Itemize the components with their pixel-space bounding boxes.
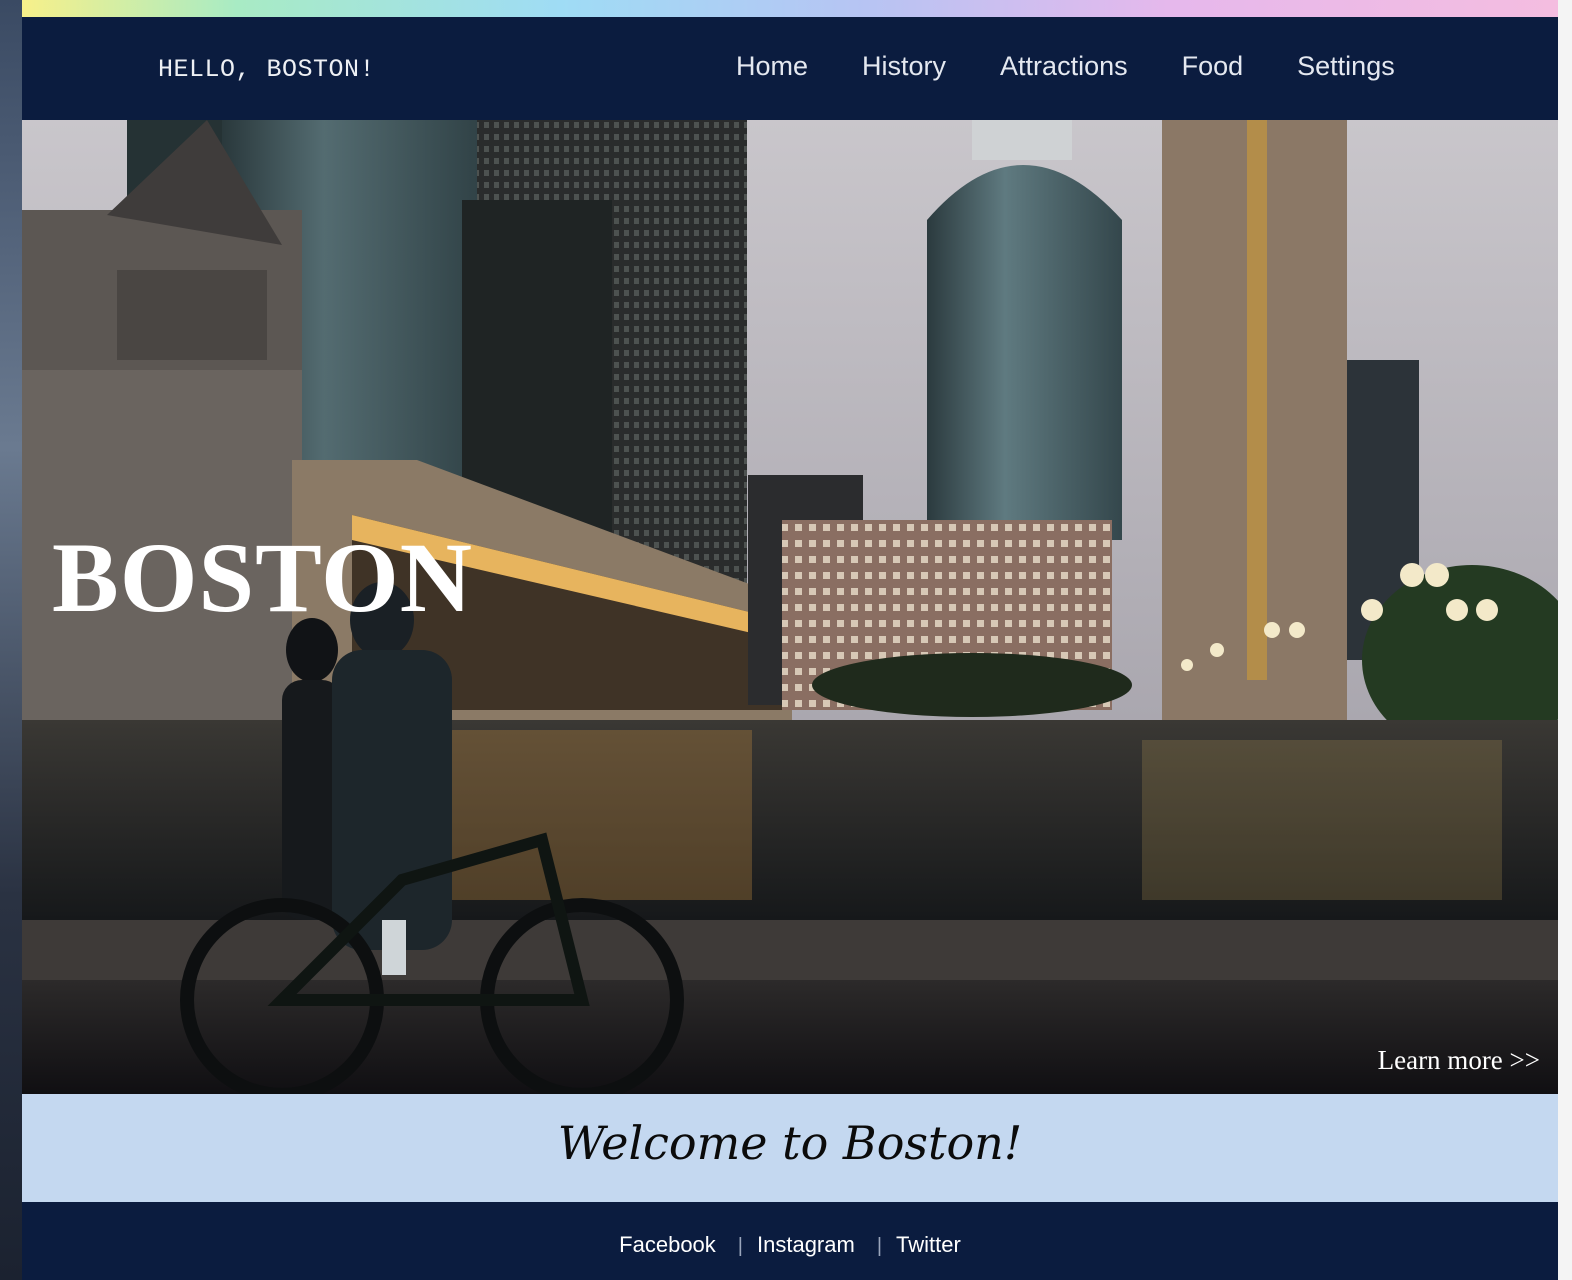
browser-scroll-edge	[1558, 0, 1572, 1280]
social-links: Facebook | Instagram | Twitter	[22, 1232, 1558, 1258]
facebook-link[interactable]: Facebook	[619, 1232, 716, 1257]
navbar: HELLO, BOSTON! Home History Attractions …	[22, 17, 1558, 120]
nav-attractions[interactable]: Attractions	[1000, 51, 1128, 82]
page: HELLO, BOSTON! Home History Attractions …	[22, 17, 1558, 1280]
footer: Facebook | Instagram | Twitter	[22, 1202, 1558, 1280]
brand-title: HELLO, BOSTON!	[158, 55, 376, 84]
nav-home[interactable]: Home	[736, 51, 808, 82]
welcome-heading: Welcome to Boston!	[557, 1116, 1023, 1170]
nav-food[interactable]: Food	[1182, 51, 1244, 82]
learn-more-link[interactable]: Learn more >>	[1378, 1045, 1540, 1076]
nav-menu: Home History Attractions Food Settings	[736, 51, 1395, 82]
hero-banner: BOSTON Learn more >>	[22, 120, 1558, 1094]
nav-history[interactable]: History	[862, 51, 946, 82]
top-gradient-bar	[22, 0, 1558, 17]
instagram-link[interactable]: Instagram	[757, 1232, 855, 1257]
twitter-link[interactable]: Twitter	[896, 1232, 961, 1257]
separator: |	[737, 1235, 743, 1257]
hero-title: BOSTON	[52, 522, 473, 633]
nav-settings[interactable]: Settings	[1297, 51, 1395, 82]
welcome-banner: Welcome to Boston!	[22, 1094, 1558, 1202]
separator: |	[876, 1235, 883, 1257]
